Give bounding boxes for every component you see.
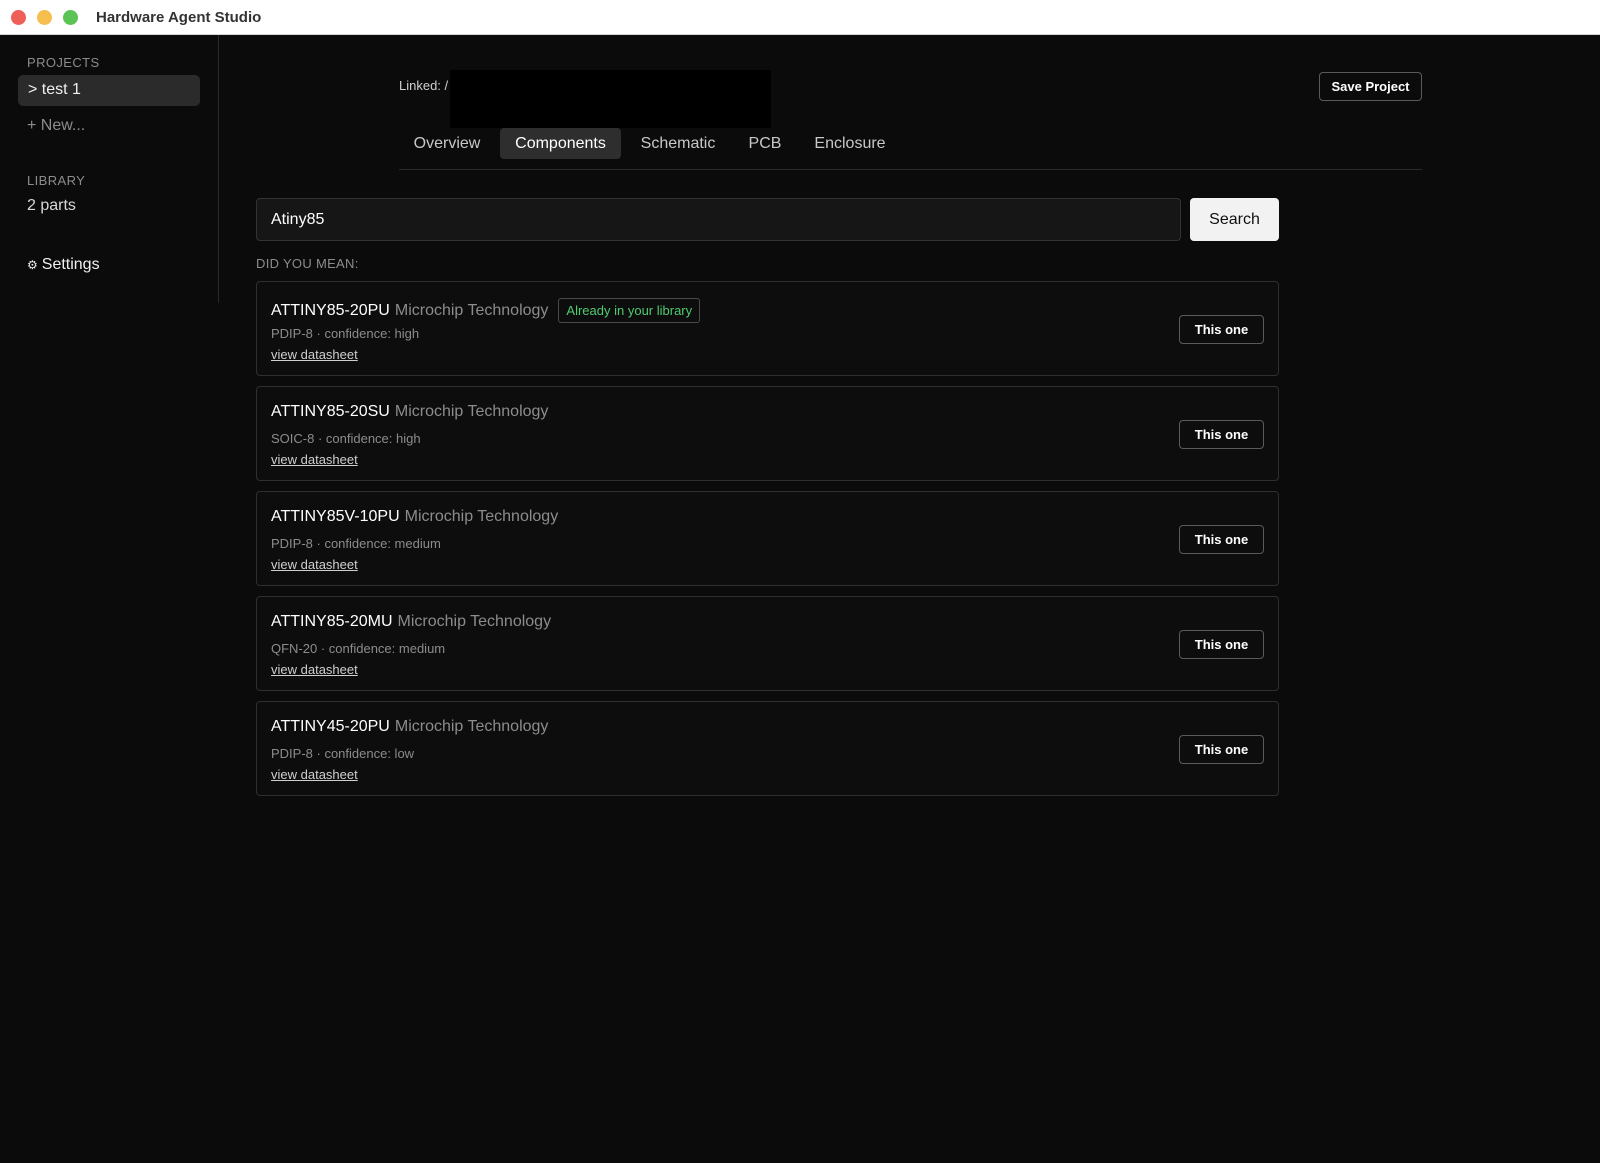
redacted-area — [450, 70, 771, 128]
part-number: ATTINY85V-10PU — [271, 508, 400, 525]
tab-pcb[interactable]: PCB — [735, 128, 795, 159]
component-search-input[interactable] — [256, 198, 1181, 241]
manufacturer: Microchip Technology — [394, 718, 549, 735]
result-card: ATTINY85-20SU Microchip Technology SOIC-… — [256, 386, 1279, 481]
in-library-badge: Already in your library — [558, 298, 701, 323]
result-card: ATTINY45-20PU Microchip Technology PDIP-… — [256, 701, 1279, 796]
library-heading: LIBRARY — [27, 173, 86, 188]
maximize-window-button[interactable] — [63, 10, 78, 25]
gear-icon: ⚙ — [27, 258, 38, 272]
library-parts-link[interactable]: 2 parts — [27, 197, 76, 215]
minimize-window-button[interactable] — [37, 10, 52, 25]
part-number: ATTINY45-20PU — [271, 718, 390, 735]
title-bar: Hardware Agent Studio — [0, 0, 1600, 35]
tab-components[interactable]: Components — [500, 128, 621, 159]
view-datasheet-link[interactable]: view datasheet — [271, 557, 358, 572]
manufacturer: Microchip Technology — [404, 508, 559, 525]
part-number: ATTINY85-20MU — [271, 613, 393, 630]
view-datasheet-link[interactable]: view datasheet — [271, 662, 358, 677]
part-meta: QFN-20 · confidence: medium — [271, 641, 446, 656]
projects-heading: PROJECTS — [27, 55, 100, 70]
view-datasheet-link[interactable]: view datasheet — [271, 767, 358, 782]
view-datasheet-link[interactable]: view datasheet — [271, 452, 358, 467]
this-one-button[interactable]: This one — [1179, 420, 1264, 449]
tab-enclosure[interactable]: Enclosure — [803, 128, 897, 159]
part-meta: PDIP-8 · confidence: high — [271, 326, 420, 341]
this-one-button[interactable]: This one — [1179, 630, 1264, 659]
part-meta: PDIP-8 · confidence: medium — [271, 536, 441, 551]
search-button[interactable]: Search — [1190, 198, 1279, 241]
tab-bar: Overview Components Schematic PCB Enclos… — [399, 128, 1422, 170]
save-project-button[interactable]: Save Project — [1319, 72, 1422, 101]
settings-link[interactable]: ⚙ Settings — [27, 256, 100, 274]
part-meta: SOIC-8 · confidence: high — [271, 431, 421, 446]
sidebar: PROJECTS > test 1 + New... LIBRARY 2 par… — [0, 35, 219, 303]
this-one-button[interactable]: This one — [1179, 525, 1264, 554]
close-window-button[interactable] — [11, 10, 26, 25]
view-datasheet-link[interactable]: view datasheet — [271, 347, 358, 362]
result-card: ATTINY85-20PU Microchip Technology Alrea… — [256, 281, 1279, 376]
tab-schematic[interactable]: Schematic — [627, 128, 729, 159]
this-one-button[interactable]: This one — [1179, 315, 1264, 344]
settings-label: Settings — [41, 256, 100, 273]
part-meta: PDIP-8 · confidence: low — [271, 746, 415, 761]
result-card: ATTINY85-20MU Microchip Technology QFN-2… — [256, 596, 1279, 691]
linked-path: Linked: / — [399, 78, 449, 93]
did-you-mean-heading: DID YOU MEAN: — [256, 256, 359, 271]
new-project-link[interactable]: + New... — [27, 117, 85, 135]
manufacturer: Microchip Technology — [394, 301, 549, 319]
result-card: ATTINY85V-10PU Microchip Technology PDIP… — [256, 491, 1279, 586]
sidebar-item-test-1[interactable]: > test 1 — [18, 75, 200, 106]
manufacturer: Microchip Technology — [397, 613, 552, 630]
this-one-button[interactable]: This one — [1179, 735, 1264, 764]
manufacturer: Microchip Technology — [394, 403, 549, 420]
part-number: ATTINY85-20SU — [271, 403, 390, 420]
tab-overview[interactable]: Overview — [399, 128, 495, 159]
window-title: Hardware Agent Studio — [96, 9, 262, 26]
part-number: ATTINY85-20PU — [271, 301, 390, 319]
